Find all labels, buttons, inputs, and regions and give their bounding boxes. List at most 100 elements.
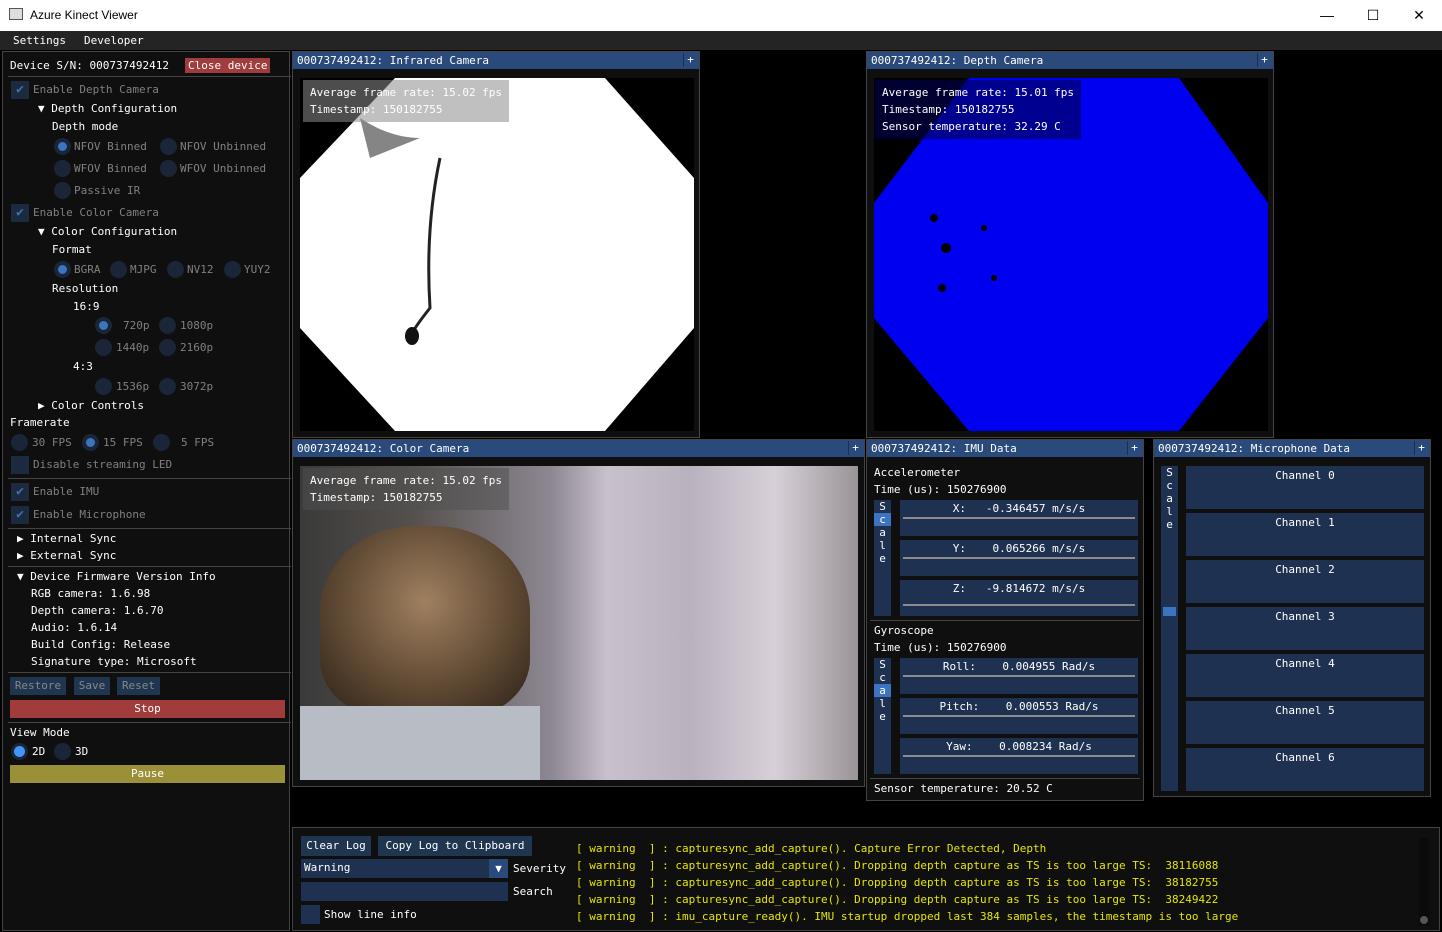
radio-30fps[interactable]: [11, 434, 28, 451]
copy-log-button[interactable]: Copy Log to Clipboard: [378, 836, 532, 856]
close-button[interactable]: ✕: [1396, 0, 1442, 31]
chevron-down-icon[interactable]: ▼: [489, 859, 508, 878]
search-label: Search: [513, 885, 553, 898]
infrared-camera-window: 000737492412: Infrared Camera + Average f…: [292, 51, 700, 438]
app-icon: [9, 8, 23, 20]
radio-label: 1080p: [180, 319, 214, 332]
search-input[interactable]: [301, 882, 508, 901]
fps-text: Average frame rate: 15.01 fps: [882, 86, 1075, 99]
radio-2160p[interactable]: [159, 339, 176, 356]
gyro-scale-slider[interactable]: Scale: [874, 658, 891, 774]
maximize-button[interactable]: ☐: [1350, 0, 1396, 31]
device-sn: Device S/N: 000737492412: [10, 59, 169, 72]
radio-nfov-unbinned[interactable]: [160, 138, 177, 155]
radio-label: 720p: [123, 319, 150, 332]
expand-button[interactable]: +: [683, 53, 697, 67]
radio-label: Passive IR: [74, 184, 141, 197]
scale-letter: c: [879, 671, 886, 684]
radio-1536p[interactable]: [95, 378, 112, 395]
stop-button[interactable]: Stop: [10, 700, 285, 718]
radio-3d[interactable]: [54, 743, 71, 760]
minimize-button[interactable]: —: [1304, 0, 1350, 31]
disable-led-label: Disable streaming LED: [33, 458, 173, 471]
resolution-label: Resolution: [52, 282, 119, 295]
radio-1080p[interactable]: [159, 317, 176, 334]
menu-settings[interactable]: Settings: [13, 34, 66, 47]
internal-sync-toggle[interactable]: ▶ Internal Sync: [17, 532, 116, 545]
color-config-toggle[interactable]: ▼ Color Configuration: [38, 225, 177, 238]
gyro-yaw-plot: Yaw: 0.008234 Rad/s: [900, 738, 1138, 774]
gyro-time: Time (us): 150276900: [874, 641, 1007, 654]
fw-info-toggle[interactable]: ▼ Device Firmware Version Info: [17, 570, 216, 583]
radio-label: 30 FPS: [32, 436, 72, 449]
ratio-169-label: 16:9: [73, 300, 100, 313]
window-header: 000737492412: Color Camera +: [293, 440, 864, 457]
radio-label: BGRA: [74, 263, 101, 276]
close-device-button[interactable]: Close device: [185, 58, 271, 73]
color-image: [300, 466, 858, 780]
enable-color-checkbox[interactable]: ✔: [11, 204, 29, 222]
framerate-label: Framerate: [10, 416, 70, 429]
disable-led-checkbox[interactable]: [11, 456, 29, 474]
radio-bgra[interactable]: [54, 261, 71, 278]
expand-button[interactable]: +: [1414, 441, 1428, 455]
external-sync-label: External Sync: [30, 549, 117, 562]
scale-letter: e: [879, 552, 886, 565]
expand-button[interactable]: +: [1127, 441, 1141, 455]
window-title: 000737492412: Color Camera: [297, 442, 470, 455]
enable-mic-checkbox[interactable]: ✔: [11, 506, 29, 524]
radio-5fps[interactable]: [153, 434, 170, 451]
pause-button[interactable]: Pause: [10, 765, 285, 783]
depth-config-toggle[interactable]: ▼ Depth Configuration: [38, 102, 177, 115]
color-camera-window: 000737492412: Color Camera + Average fram…: [292, 439, 865, 787]
menu-developer[interactable]: Developer: [84, 34, 144, 47]
scale-letter: l: [879, 539, 886, 552]
radio-2d[interactable]: [11, 743, 28, 760]
accel-time: Time (us): 150276900: [874, 483, 1007, 496]
ir-stats-overlay: Average frame rate: 15.02 fps Timestamp: …: [303, 80, 510, 122]
scale-grab[interactable]: [1163, 607, 1176, 616]
depth-mode-label: Depth mode: [52, 120, 119, 133]
radio-nv12[interactable]: [167, 261, 184, 278]
scale-letter: S: [879, 658, 886, 671]
scale-letter: c: [1166, 479, 1173, 492]
severity-dropdown[interactable]: Warning ▼: [301, 859, 508, 878]
radio-1440p[interactable]: [95, 339, 112, 356]
radio-wfov-unbinned[interactable]: [160, 160, 177, 177]
accel-scale-slider[interactable]: Scale: [874, 500, 891, 616]
enable-depth-checkbox[interactable]: ✔: [11, 81, 29, 99]
enable-imu-checkbox[interactable]: ✔: [11, 483, 29, 501]
log-scrollbar[interactable]: [1419, 838, 1429, 926]
expand-button[interactable]: +: [848, 441, 862, 455]
save-button[interactable]: Save: [74, 677, 110, 695]
reset-button[interactable]: Reset: [117, 677, 160, 695]
clear-log-button[interactable]: Clear Log: [301, 836, 371, 856]
radio-15fps[interactable]: [82, 434, 99, 451]
show-line-info-checkbox[interactable]: [301, 905, 320, 924]
window-header: 000737492412: Microphone Data +: [1154, 440, 1430, 457]
timestamp-text: Timestamp: 150182755: [310, 491, 443, 504]
radio-passive-ir[interactable]: [54, 182, 71, 199]
radio-wfov-binned[interactable]: [54, 160, 71, 177]
scale-letter: S: [1166, 466, 1173, 479]
mic-channel-4: Channel 4: [1186, 654, 1424, 697]
radio-3072p[interactable]: [159, 378, 176, 395]
plot-label: Y: 0.065266 m/s/s: [952, 542, 1086, 555]
scale-letter: a: [1166, 492, 1173, 505]
color-controls-toggle[interactable]: ▶ Color Controls: [38, 399, 144, 412]
radio-nfov-binned[interactable]: [54, 138, 71, 155]
mic-channel-6: Channel 6: [1186, 748, 1424, 791]
mic-scale-slider[interactable]: Scale: [1161, 466, 1178, 791]
radio-yuy2[interactable]: [224, 261, 241, 278]
restore-button[interactable]: Restore: [10, 677, 66, 695]
radio-720p[interactable]: [95, 317, 112, 334]
radio-mjpg[interactable]: [110, 261, 127, 278]
imu-temperature: Sensor temperature: 20.52 C: [874, 782, 1053, 795]
plot-label: X: -0.346457 m/s/s: [952, 502, 1086, 515]
scale-letter: a: [879, 526, 886, 539]
window-title: Azure Kinect Viewer: [30, 8, 138, 22]
mic-channel-0: Channel 0: [1186, 466, 1424, 509]
expand-button[interactable]: +: [1257, 53, 1271, 67]
external-sync-toggle[interactable]: ▶ External Sync: [17, 549, 116, 562]
fw-audio: Audio: 1.6.14: [31, 621, 118, 634]
